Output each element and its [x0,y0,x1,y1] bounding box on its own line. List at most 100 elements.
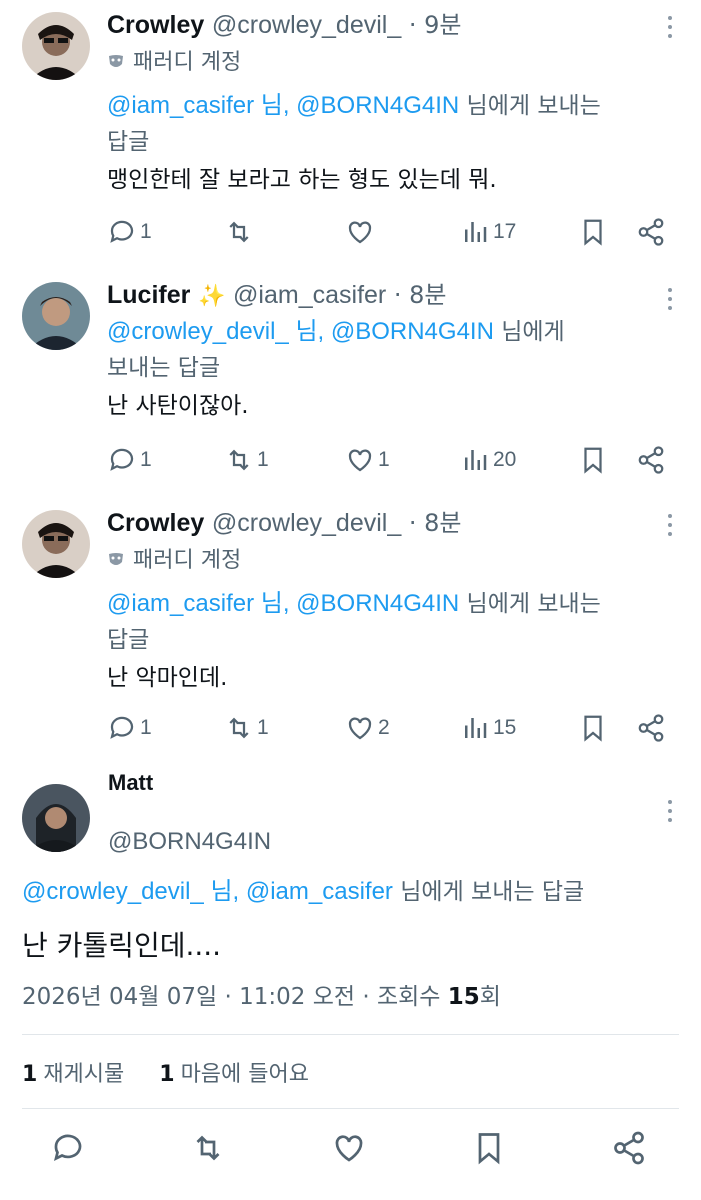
reply-button[interactable] [50,1130,90,1170]
user-name[interactable]: Matt [108,770,153,796]
share-button[interactable] [636,442,666,478]
bookmark-button[interactable] [578,710,608,746]
replying-suffix-2: 답글 [107,129,150,155]
user-handle[interactable]: @crowley_devil_ [212,509,401,537]
avatar[interactable] [22,784,90,852]
focus-actions [0,1130,701,1174]
views-button[interactable]: 20 [460,442,516,478]
parody-mask-icon [109,553,123,565]
tweet-date[interactable]: 2026년 04월 07일 · 11:02 오전 · 조회수 [22,984,448,1010]
share-button[interactable] [636,214,666,250]
heart-icon [348,717,372,740]
parody-label: 패러디 계정 [107,544,661,578]
avatar[interactable] [22,12,90,80]
tweet-text: 맹인한테 잘 보라고 하는 형도 있는데 뭐. [107,167,497,193]
more-options-icon[interactable] [667,798,673,824]
tweet-text: 난 카톨릭인데.... [22,929,222,962]
reply-button[interactable]: 1 [107,710,152,746]
mention-link[interactable]: @iam_casifer 님, @BORN4G4IN [107,92,459,119]
user-handle[interactable]: @BORN4G4IN [108,828,271,856]
views-icon [465,718,487,738]
sparkle-emoji: ✨ [198,284,226,309]
more-options-icon[interactable] [667,512,673,538]
tweet-actions: 1 1 1 20 [0,442,701,478]
reply-icon [110,220,134,243]
reposts-stat[interactable]: 1 재게시물 [22,1062,124,1087]
avatar[interactable] [22,510,90,578]
repost-button[interactable] [190,1130,230,1170]
mention-link[interactable]: @crowley_devil_ 님, @iam_casifer [22,878,393,905]
bookmark-button[interactable] [578,214,608,250]
replying-suffix: 님에게 보내는 [459,93,601,119]
bookmark-button[interactable] [471,1130,511,1170]
share-button[interactable] [636,710,666,746]
replying-to: @iam_casifer 님, @BORN4G4IN 님에게 보내는답글 [107,88,661,160]
like-count: 1 [378,448,390,471]
user-name[interactable]: Crowley [107,509,204,537]
like-button[interactable]: 1 [345,442,390,478]
more-options-icon[interactable] [667,286,673,312]
mention-link[interactable]: @iam_casifer 님, @BORN4G4IN [107,590,459,617]
views-icon [465,450,487,470]
tweet-actions: 1 17 [0,214,701,250]
reply-count: 1 [140,448,152,471]
like-button[interactable] [345,214,378,250]
reply-button[interactable]: 1 [107,442,152,478]
reply-tweet[interactable]: Crowley @crowley_devil_ · 9분 패러디 계정 @iam… [0,0,701,260]
repost-button[interactable]: 1 [224,710,269,746]
reply-tweet[interactable]: Crowley @crowley_devil_ · 8분 패러디 계정 @iam… [0,498,701,758]
parody-text: 패러디 계정 [133,548,242,573]
reply-tweet[interactable]: Lucifer ✨ @iam_casifer · 8분 @crowley_dev… [0,276,701,496]
user-handle[interactable]: @crowley_devil_ [212,11,401,39]
views-total: 15 [447,984,480,1010]
tweet-text: 난 악마인데. [107,665,228,691]
like-button[interactable] [331,1130,371,1170]
reply-icon [110,448,134,471]
engagement-stats: 1 재게시물 1 마음에 들어요 [22,1058,309,1092]
tweet-actions: 1 1 2 15 [0,710,701,746]
tweet-meta: 2026년 04월 07일 · 11:02 오전 · 조회수 15회 [22,980,501,1014]
likes-stat[interactable]: 1 마음에 들어요 [159,1062,309,1087]
replying-suffix-2: 답글 [107,627,150,653]
timestamp[interactable]: · 9분 [409,11,462,39]
divider [22,1108,679,1109]
replying-to: @crowley_devil_ 님, @BORN4G4IN 님에게보내는 답글 [107,314,661,386]
user-handle[interactable]: @iam_casifer [233,281,386,309]
parody-mask-icon [109,55,123,67]
replying-suffix: 님에게 [493,319,565,345]
repost-icon [229,221,249,243]
views-count: 17 [493,220,517,243]
views-button[interactable]: 15 [460,710,516,746]
more-options-icon[interactable] [667,14,673,40]
share-icon [638,218,664,246]
tweet-text: 난 사탄이잖아. [107,393,249,419]
replying-suffix: 님에게 보내는 [459,591,601,617]
repost-button[interactable]: 1 [224,442,269,478]
reply-button[interactable]: 1 [107,214,152,250]
repost-icon [196,1135,220,1161]
user-name[interactable]: Crowley [107,11,204,39]
divider [22,1034,679,1035]
bookmark-button[interactable] [578,442,608,478]
bookmark-icon [584,447,602,474]
share-icon [638,446,664,474]
share-button[interactable] [611,1130,651,1170]
repost-count: 1 [257,716,269,739]
views-count: 20 [493,448,517,471]
reply-count: 1 [140,220,152,243]
replying-suffix: 님에게 보내는 답글 [392,879,585,905]
mention-link[interactable]: @crowley_devil_ 님, @BORN4G4IN [107,318,494,345]
avatar[interactable] [22,282,90,350]
repost-button[interactable] [224,214,257,250]
views-button[interactable]: 17 [460,214,516,250]
timestamp[interactable]: · 8분 [394,281,447,309]
reply-icon [110,716,134,739]
views-suffix: 회 [479,984,501,1010]
replying-suffix-2: 보내는 답글 [107,355,221,381]
like-button[interactable]: 2 [345,710,390,746]
replying-to: @crowley_devil_ 님, @iam_casifer 님에게 보내는 … [22,874,584,910]
parody-text: 패러디 계정 [133,50,242,75]
heart-icon [348,449,372,472]
timestamp[interactable]: · 8분 [409,509,462,537]
user-name[interactable]: Lucifer [107,281,190,309]
